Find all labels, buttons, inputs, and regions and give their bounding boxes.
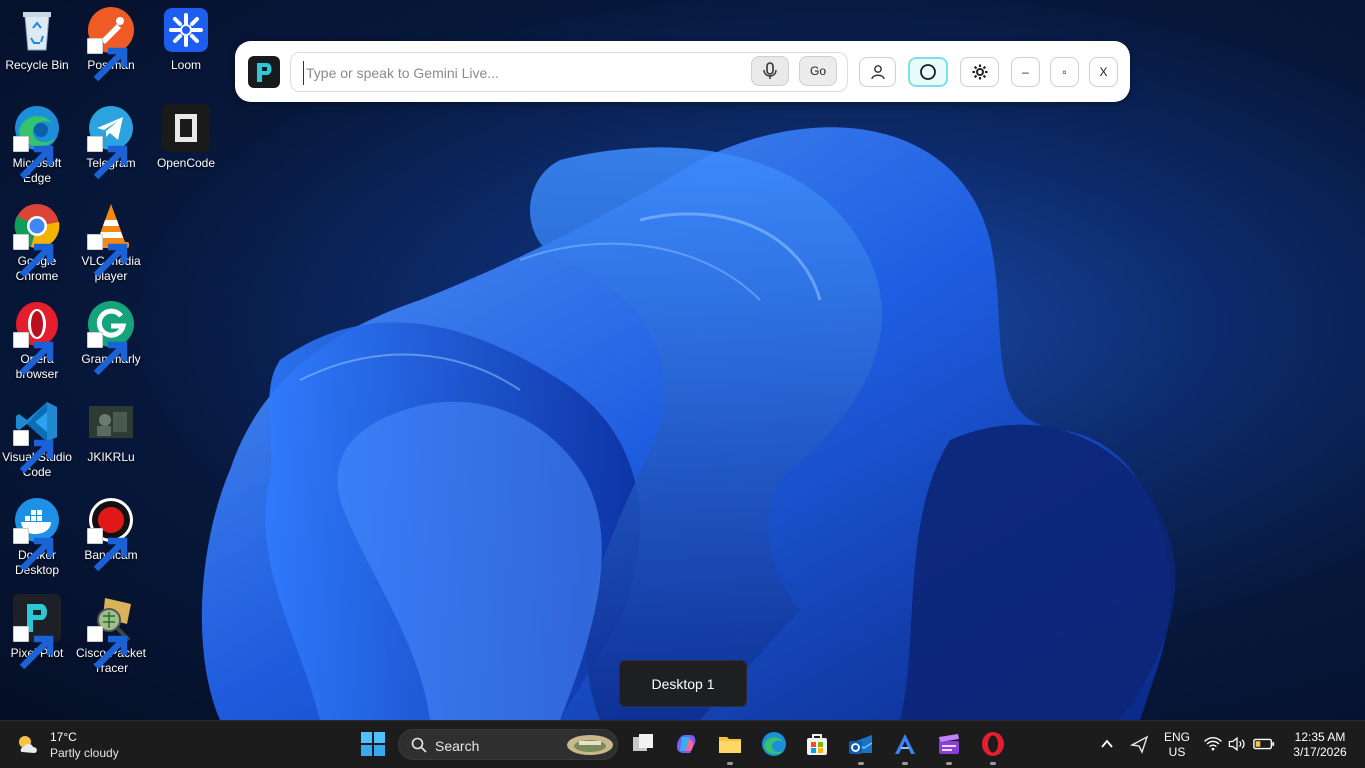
desktop-icon-docker[interactable]: Docker Desktop	[0, 490, 74, 578]
language-indicator[interactable]: ENG US	[1160, 730, 1194, 760]
running-indicator	[727, 762, 733, 765]
prompt-input[interactable]	[303, 61, 738, 85]
taskbar-outlook[interactable]	[846, 729, 876, 765]
battery-icon	[1253, 738, 1275, 750]
desktop-icon-label: OpenCode	[156, 156, 216, 170]
weather-widget[interactable]: 17°C Partly cloudy	[16, 728, 146, 762]
running-indicator	[902, 762, 908, 765]
location-arrow-icon	[1129, 735, 1149, 754]
weather-condition: Partly cloudy	[50, 746, 119, 760]
tray-location[interactable]	[1124, 729, 1154, 759]
user-profile-button[interactable]	[859, 57, 896, 87]
recycle-bin-icon	[23, 12, 51, 51]
desktop-icon-postman[interactable]: Postman	[74, 0, 148, 82]
desktop-icon-pixel-pilot[interactable]: Pixel Pilot	[0, 588, 74, 670]
tray-network[interactable]	[1202, 729, 1224, 759]
clock-time: 12:35 AM	[1294, 730, 1346, 744]
taskbar-app-a[interactable]	[890, 729, 920, 765]
clapperboard-icon	[939, 734, 959, 754]
running-indicator	[858, 762, 864, 765]
desktop-icon-opencode[interactable]: OpenCode	[149, 98, 223, 171]
loom-icon	[164, 8, 208, 52]
taskbar-search[interactable]: Search	[398, 729, 618, 760]
clock-date: 3/17/2026	[1293, 745, 1347, 759]
store-icon	[807, 734, 827, 755]
partly-cloudy-icon	[19, 736, 37, 753]
desktop-icon-jkikrlu[interactable]: JKIKRLu	[74, 392, 148, 465]
desktop-icon-opera[interactable]: Opera browser	[0, 294, 74, 382]
folder-icon	[719, 737, 741, 753]
tray-volume[interactable]	[1226, 729, 1248, 759]
taskbar-clipchamp[interactable]	[934, 729, 964, 765]
search-highlight-icon	[567, 735, 613, 755]
outlook-icon	[849, 735, 873, 754]
keyboard-layout: US	[1168, 745, 1186, 759]
desktop-icon-google-chrome[interactable]: Google Chrome	[0, 196, 74, 284]
search-icon	[411, 737, 427, 753]
start-button[interactable]	[358, 729, 388, 759]
opencode-icon	[162, 104, 210, 152]
desktop-icon-label: Recycle Bin	[5, 58, 69, 72]
live-mode-button[interactable]	[908, 57, 948, 87]
task-view-icon	[633, 734, 653, 751]
live-ring-icon	[920, 64, 936, 80]
desktop-icon-telegram[interactable]: Telegram	[74, 98, 148, 180]
virtual-desktop-label: Desktop 1	[619, 660, 747, 707]
microphone-icon	[763, 62, 777, 79]
taskbar-opera[interactable]	[978, 729, 1008, 765]
settings-button[interactable]	[960, 57, 999, 87]
pixel-pilot-logo-icon	[248, 56, 280, 88]
desktop-icon-grammarly[interactable]: Grammarly	[74, 294, 148, 376]
desktop-icon-vscode[interactable]: Visual Studio Code	[0, 392, 74, 480]
gemini-live-bar: Go – ▫ X	[235, 41, 1130, 102]
show-hidden-icons-button[interactable]	[1092, 729, 1122, 759]
gear-icon	[972, 64, 987, 80]
speaker-icon	[1228, 736, 1245, 752]
desktop-icon-label: JKIKRLu	[87, 450, 135, 464]
desktop-icon-recycle-bin[interactable]: Recycle Bin	[0, 0, 74, 73]
user-icon	[870, 65, 885, 80]
a-logo-icon	[895, 734, 915, 754]
wifi-icon	[1204, 736, 1222, 751]
weather-temperature: 17°C	[50, 730, 77, 744]
running-indicator	[946, 762, 952, 765]
go-button[interactable]: Go	[799, 56, 837, 86]
taskbar-task-view[interactable]	[628, 729, 658, 759]
edge-icon	[762, 732, 786, 756]
copilot-icon	[676, 735, 696, 753]
chevron-up-icon	[1101, 739, 1113, 748]
desktop-icon-vlc[interactable]: VLC media player	[74, 196, 148, 284]
maximize-button[interactable]: ▫	[1050, 57, 1079, 87]
desktop-icon-bandicam[interactable]: Bandicam	[74, 490, 148, 572]
taskbar-microsoft-store[interactable]	[802, 729, 832, 759]
opera-icon	[982, 732, 1004, 756]
taskbar-file-explorer[interactable]	[715, 729, 745, 765]
taskbar-copilot[interactable]	[671, 729, 701, 759]
video-file-icon	[89, 406, 133, 438]
language-code: ENG	[1163, 730, 1190, 744]
running-indicator	[990, 762, 996, 765]
desktop-icon-label: Loom	[170, 58, 202, 72]
taskbar: 17°C Partly cloudy Search ENG US 12:35 A…	[0, 720, 1365, 768]
minimize-button[interactable]: –	[1011, 57, 1040, 87]
tray-battery[interactable]	[1252, 729, 1276, 759]
close-button[interactable]: X	[1089, 57, 1118, 87]
search-label: Search	[435, 738, 480, 754]
windows-logo-icon	[361, 732, 385, 756]
microphone-button[interactable]	[751, 56, 789, 86]
desktop-icon-microsoft-edge[interactable]: Microsoft Edge	[0, 98, 74, 186]
clock[interactable]: 12:35 AM 3/17/2026	[1284, 730, 1356, 760]
taskbar-edge[interactable]	[759, 729, 789, 759]
desktop-icon-loom[interactable]: Loom	[149, 0, 223, 73]
desktop-icon-packet-tracer[interactable]: Cisco Packet Tracer	[74, 588, 148, 676]
